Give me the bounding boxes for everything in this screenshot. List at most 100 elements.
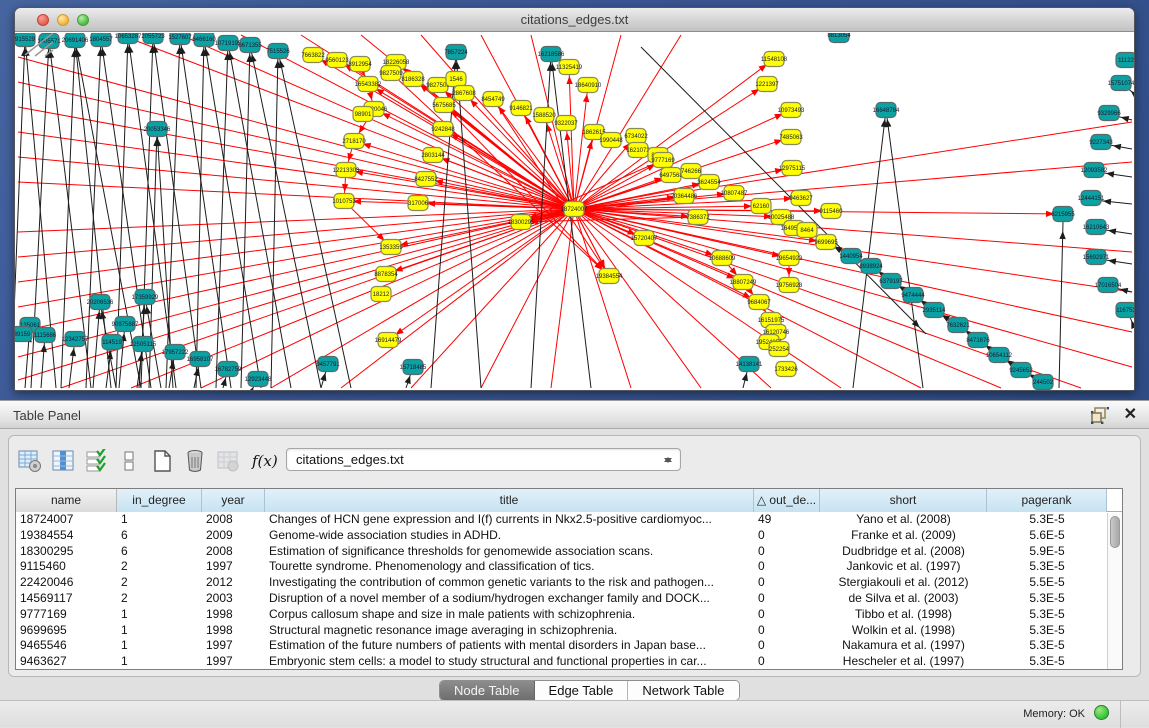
column-header-in_degree[interactable]: in_degree <box>117 489 202 512</box>
tab-node-table[interactable]: Node Table <box>440 681 535 700</box>
table-cell[interactable]: Changes of HCN gene expression and I(f) … <box>265 512 754 528</box>
window-titlebar[interactable]: citations_edges.txt <box>15 8 1134 32</box>
table-row[interactable]: 1938455462009Genome-wide association stu… <box>16 528 1122 544</box>
tab-edge-table[interactable]: Edge Table <box>535 681 629 700</box>
table-cell[interactable]: 14569117 <box>16 591 117 607</box>
table-row[interactable]: 946554611997Estimation of the future num… <box>16 638 1122 654</box>
table-cell[interactable]: 2003 <box>202 591 265 607</box>
table-cell[interactable]: Jankovic et al. (1997) <box>820 559 987 575</box>
close-panel-icon[interactable]: ✕ <box>1124 405 1137 425</box>
table-cell[interactable]: Wolkin et al. (1998) <box>820 623 987 639</box>
table-cell[interactable]: 2 <box>117 591 202 607</box>
table-body[interactable]: 1872400712008Changes of HCN gene express… <box>16 512 1122 670</box>
table-cell[interactable]: 1 <box>117 512 202 528</box>
column-header-year[interactable]: year <box>202 489 265 512</box>
table-cell[interactable]: 9465546 <box>16 638 117 654</box>
table-cell[interactable]: 2008 <box>202 512 265 528</box>
table-cell[interactable]: Investigating the contribution of common… <box>265 575 754 591</box>
table-cell[interactable]: 1 <box>117 623 202 639</box>
table-selector-dropdown[interactable]: citations_edges.txt <box>286 448 681 471</box>
column-header-pagerank[interactable]: pagerank <box>987 489 1107 512</box>
table-cell[interactable]: 2009 <box>202 528 265 544</box>
node-table[interactable]: namein_degreeyeartitle△ out_de...shortpa… <box>15 488 1123 670</box>
row-height-icon[interactable] <box>116 448 142 474</box>
table-cell[interactable]: 0 <box>754 544 820 560</box>
table-row[interactable]: 1872400712008Changes of HCN gene express… <box>16 512 1122 528</box>
vertical-scrollbar[interactable] <box>1107 513 1122 669</box>
table-row[interactable]: 977716911998Corpus callosum shape and si… <box>16 607 1122 623</box>
table-cell[interactable]: 5.9E-5 <box>987 544 1107 560</box>
memory-ok-icon[interactable] <box>1094 705 1109 720</box>
table-cell[interactable]: 5.6E-5 <box>987 528 1107 544</box>
table-cell[interactable]: 9699695 <box>16 623 117 639</box>
table-cell[interactable]: Disruption of a novel member of a sodium… <box>265 591 754 607</box>
table-cell[interactable]: 0 <box>754 559 820 575</box>
table-row[interactable]: 1830029562008Estimation of significance … <box>16 544 1122 560</box>
table-cell[interactable]: Estimation of significance thresholds fo… <box>265 544 754 560</box>
column-header-out_de[interactable]: △ out_de... <box>754 489 820 512</box>
table-cell[interactable]: Tourette syndrome. Phenomenology and cla… <box>265 559 754 575</box>
table-cell[interactable]: 9463627 <box>16 654 117 670</box>
table-row[interactable]: 911546021997Tourette syndrome. Phenomeno… <box>16 559 1122 575</box>
table-options-icon[interactable] <box>17 448 43 474</box>
table-cell[interactable]: 0 <box>754 654 820 670</box>
table-cell[interactable]: 5.3E-5 <box>987 623 1107 639</box>
table-cell[interactable]: Nakamura et al. (1997) <box>820 638 987 654</box>
table-cell[interactable]: 5.3E-5 <box>987 591 1107 607</box>
table-cell[interactable]: 5.3E-5 <box>987 607 1107 623</box>
table-cell[interactable]: 1997 <box>202 638 265 654</box>
table-cell[interactable]: 5.5E-5 <box>987 575 1107 591</box>
table-cell[interactable]: 6 <box>117 528 202 544</box>
table-cell[interactable]: 0 <box>754 623 820 639</box>
table-cell[interactable]: 49 <box>754 512 820 528</box>
select-mode-icon[interactable] <box>83 448 109 474</box>
table-cell[interactable]: 5.3E-5 <box>987 654 1107 670</box>
table-cell[interactable]: 0 <box>754 607 820 623</box>
table-cell[interactable]: de Silva et al. (2003) <box>820 591 987 607</box>
table-cell[interactable]: 5.3E-5 <box>987 559 1107 575</box>
show-columns-icon[interactable] <box>50 448 76 474</box>
table-cell[interactable]: Structural magnetic resonance image aver… <box>265 623 754 639</box>
tab-network-table[interactable]: Network Table <box>628 681 738 700</box>
table-cell[interactable]: Embryonic stem cells: a model to study s… <box>265 654 754 670</box>
column-header-name[interactable]: name <box>16 489 117 512</box>
delete-attribute-icon[interactable] <box>182 448 208 474</box>
resize-grip-icon[interactable] <box>15 33 55 57</box>
table-cell[interactable]: 1 <box>117 638 202 654</box>
column-header-title[interactable]: title <box>265 489 754 512</box>
table-cell[interactable]: 0 <box>754 638 820 654</box>
table-cell[interactable]: 1 <box>117 654 202 670</box>
network-view-window[interactable]: citations_edges.txt 91552914055712069140… <box>14 7 1135 391</box>
table-cell[interactable]: 1998 <box>202 607 265 623</box>
table-cell[interactable]: 19384554 <box>16 528 117 544</box>
table-cell[interactable]: Corpus callosum shape and size in male p… <box>265 607 754 623</box>
table-row[interactable]: 969969511998Structural magnetic resonanc… <box>16 623 1122 639</box>
table-cell[interactable]: 2008 <box>202 544 265 560</box>
table-cell[interactable]: 0 <box>754 575 820 591</box>
table-cell[interactable]: Dudbridge et al. (2008) <box>820 544 987 560</box>
table-cell[interactable]: Franke et al. (2009) <box>820 528 987 544</box>
table-cell[interactable]: 22420046 <box>16 575 117 591</box>
table-row[interactable]: 1456911722003Disruption of a novel membe… <box>16 591 1122 607</box>
table-header-row[interactable]: namein_degreeyeartitle△ out_de...shortpa… <box>16 489 1122 512</box>
function-builder-icon[interactable]: f(x) <box>252 452 278 470</box>
scrollbar-thumb[interactable] <box>1110 516 1120 548</box>
table-cell[interactable]: 9115460 <box>16 559 117 575</box>
table-cell[interactable]: 1998 <box>202 623 265 639</box>
table-cell[interactable]: Hescheler et al. (1997) <box>820 654 987 670</box>
table-cell[interactable]: Tibbo et al. (1998) <box>820 607 987 623</box>
table-cell[interactable]: 5.3E-5 <box>987 638 1107 654</box>
float-window-icon[interactable] <box>1091 406 1109 424</box>
table-row[interactable]: 2242004622012Investigating the contribut… <box>16 575 1122 591</box>
table-cell[interactable]: 1997 <box>202 654 265 670</box>
table-cell[interactable]: 5.3E-5 <box>987 512 1107 528</box>
network-canvas[interactable]: 9155291405571206914061804557106532872055… <box>15 33 1134 390</box>
table-cell[interactable]: 6 <box>117 544 202 560</box>
citation-network-graph[interactable]: 9155291405571206914061804557106532872055… <box>15 33 1134 390</box>
table-cell[interactable]: 9777169 <box>16 607 117 623</box>
table-cell[interactable]: 0 <box>754 591 820 607</box>
table-row[interactable]: 946362711997Embryonic stem cells: a mode… <box>16 654 1122 670</box>
table-cell[interactable]: Yano et al. (2008) <box>820 512 987 528</box>
table-cell[interactable]: Estimation of the future numbers of pati… <box>265 638 754 654</box>
table-cell[interactable]: 2012 <box>202 575 265 591</box>
